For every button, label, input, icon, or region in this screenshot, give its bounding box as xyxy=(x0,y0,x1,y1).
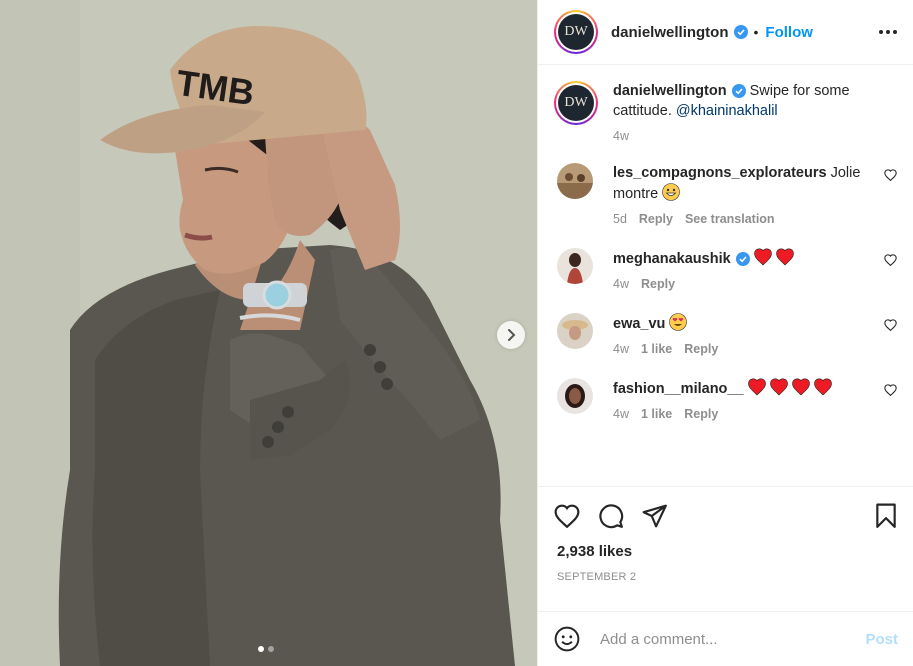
see-translation-button[interactable]: See translation xyxy=(685,212,775,226)
grinning-face-icon xyxy=(662,183,680,201)
comment-composer: Post xyxy=(538,611,913,666)
comment-button[interactable] xyxy=(598,503,624,529)
like-comment-heart-icon[interactable] xyxy=(884,319,897,331)
caption-mention-link[interactable]: @khaininakhalil xyxy=(676,103,778,119)
more-dot-icon xyxy=(893,30,897,34)
comment-username[interactable]: ewa_vu xyxy=(613,316,665,332)
heart-eyes-icon xyxy=(669,313,688,331)
commenter-avatar[interactable] xyxy=(557,378,593,414)
comment-likes-count[interactable]: 1 like xyxy=(641,407,672,421)
verified-badge-icon xyxy=(733,25,748,39)
comment-input[interactable] xyxy=(600,630,866,648)
more-dot-icon xyxy=(886,30,890,34)
reply-button[interactable]: Reply xyxy=(684,342,718,356)
save-button[interactable] xyxy=(875,503,897,529)
comment-likes-count[interactable]: 1 like xyxy=(641,342,672,356)
comments-list[interactable]: DW danielwellington Swipe for some catti… xyxy=(538,65,913,486)
commenter-avatar[interactable] xyxy=(557,313,593,349)
reply-button[interactable]: Reply xyxy=(684,407,718,421)
follow-button[interactable]: Follow xyxy=(765,24,813,41)
caption-age: 4w xyxy=(613,129,629,143)
smiley-icon xyxy=(554,626,580,652)
share-button[interactable] xyxy=(642,504,668,528)
post-media[interactable]: TMB xyxy=(0,0,537,666)
comment-username[interactable]: meghanakaushik xyxy=(613,251,731,267)
like-comment-heart-icon[interactable] xyxy=(884,254,897,266)
comment-item: fashion__milano__ 4w 1 like Reply xyxy=(554,378,897,421)
comment-age: 5d xyxy=(613,212,627,226)
author-avatar[interactable]: DW xyxy=(554,10,598,54)
like-comment-heart-icon[interactable] xyxy=(884,169,897,181)
heart-icon xyxy=(554,504,580,528)
dw-logo: DW xyxy=(558,85,594,121)
comment-username[interactable]: les_compagnons_explorateurs xyxy=(613,165,827,181)
reply-button[interactable]: Reply xyxy=(639,212,673,226)
like-comment-heart-icon[interactable] xyxy=(884,384,897,396)
comment-age: 4w xyxy=(613,277,629,291)
comment-item: ewa_vu 4w 1 like Reply xyxy=(554,313,897,356)
comment-bubble-icon xyxy=(599,504,624,529)
red-heart-icon xyxy=(747,378,832,396)
caption-username[interactable]: danielwellington xyxy=(613,83,727,99)
carousel-indicator xyxy=(258,646,274,652)
comment-item: les_compagnons_explorateurs Jolie montre… xyxy=(554,163,897,226)
red-heart-icon xyxy=(753,248,794,266)
author-username[interactable]: danielwellington xyxy=(611,24,729,41)
carousel-dot-2 xyxy=(268,646,274,652)
comment-age: 4w xyxy=(613,342,629,356)
post-header: DW danielwellington • Follow xyxy=(538,0,913,65)
header-separator: • xyxy=(753,24,759,40)
post-comment-button[interactable]: Post xyxy=(865,631,898,648)
comment-username[interactable]: fashion__milano__ xyxy=(613,381,744,397)
post-photo: TMB xyxy=(0,0,537,666)
carousel-dot-1 xyxy=(258,646,264,652)
more-dot-icon xyxy=(879,30,883,34)
paper-plane-icon xyxy=(642,504,667,528)
caption-avatar[interactable]: DW xyxy=(554,81,598,125)
post-date: SEPTEMBER 2 xyxy=(557,571,637,583)
post-caption: DW danielwellington Swipe for some catti… xyxy=(554,81,897,143)
bookmark-icon xyxy=(876,503,896,528)
emoji-picker-button[interactable] xyxy=(554,626,580,652)
commenter-avatar[interactable] xyxy=(557,248,593,284)
like-button[interactable] xyxy=(554,504,580,528)
post-actions: 2,938 likes SEPTEMBER 2 xyxy=(538,486,913,611)
reply-button[interactable]: Reply xyxy=(641,277,675,291)
verified-badge-icon xyxy=(735,252,750,267)
commenter-avatar[interactable] xyxy=(557,163,593,199)
verified-badge-icon xyxy=(731,84,746,99)
chevron-right-icon xyxy=(508,329,516,341)
post-panel: DW danielwellington • Follow DW danielwe… xyxy=(537,0,913,666)
comment-age: 4w xyxy=(613,407,629,421)
carousel-next-button[interactable] xyxy=(497,321,525,349)
comment-item: meghanakaushik 4w Reply xyxy=(554,248,897,291)
likes-count[interactable]: 2,938 likes xyxy=(538,529,913,560)
dw-logo: DW xyxy=(558,14,594,50)
more-options-button[interactable] xyxy=(879,30,897,34)
